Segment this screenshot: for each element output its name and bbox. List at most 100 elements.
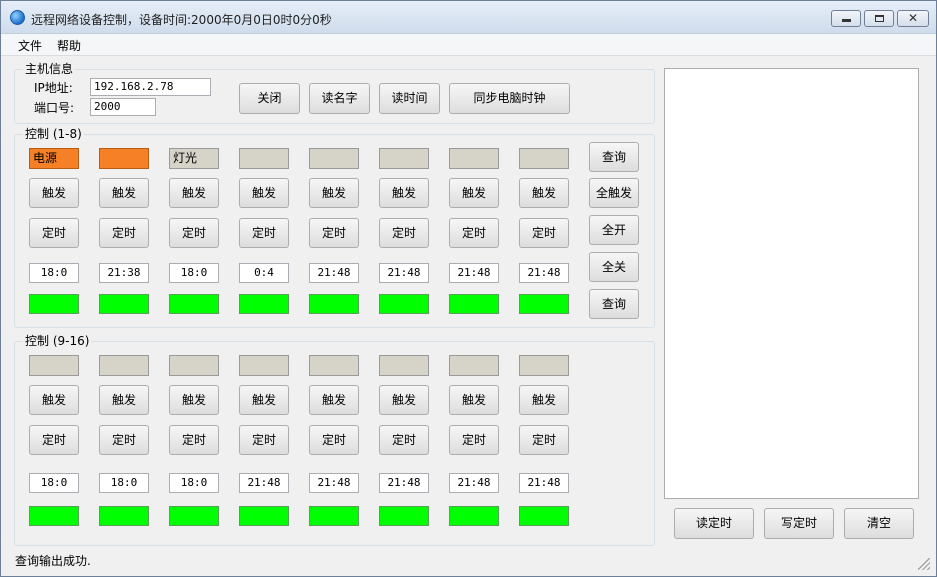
status-led-7 — [449, 294, 499, 314]
timer-button-4[interactable]: 定时 — [239, 218, 289, 248]
all-off-button[interactable]: 全关 — [589, 252, 639, 282]
relay-status-2[interactable] — [99, 148, 149, 169]
timer-button-14[interactable]: 定时 — [379, 425, 429, 455]
relay-status-6[interactable] — [379, 148, 429, 169]
time-input-4[interactable]: 0:4 — [239, 263, 289, 283]
relay-status-7[interactable] — [449, 148, 499, 169]
trigger-button-13[interactable]: 触发 — [309, 385, 359, 415]
log-output-textarea[interactable] — [664, 68, 919, 499]
time-input-13[interactable]: 21:48 — [309, 473, 359, 493]
timer-button-6[interactable]: 定时 — [379, 218, 429, 248]
relay-status-1[interactable]: 电源 — [29, 148, 79, 169]
timer-button-5[interactable]: 定时 — [309, 218, 359, 248]
menu-file[interactable]: 文件 — [18, 37, 42, 54]
group1-legend: 控制 (1-8) — [23, 127, 84, 141]
timer-button-3[interactable]: 定时 — [169, 218, 219, 248]
clear-log-button[interactable]: 清空 — [844, 508, 914, 539]
time-input-9[interactable]: 18:0 — [29, 473, 79, 493]
status-led-10 — [99, 506, 149, 526]
sync-clock-button[interactable]: 同步电脑时钟 — [449, 83, 570, 114]
trigger-button-8[interactable]: 触发 — [519, 178, 569, 208]
trigger-button-3[interactable]: 触发 — [169, 178, 219, 208]
query-button-bottom[interactable]: 查询 — [589, 289, 639, 319]
trigger-all-button[interactable]: 全触发 — [589, 178, 639, 208]
status-led-1 — [29, 294, 79, 314]
maximize-button[interactable] — [864, 10, 894, 27]
trigger-button-11[interactable]: 触发 — [169, 385, 219, 415]
relay-status-15[interactable] — [449, 355, 499, 376]
timer-button-15[interactable]: 定时 — [449, 425, 499, 455]
time-input-12[interactable]: 21:48 — [239, 473, 289, 493]
status-led-5 — [309, 294, 359, 314]
relay-status-8[interactable] — [519, 148, 569, 169]
title-bar[interactable]: 远程网络设备控制，设备时间:2000年0月0日0时0分0秒 ✕ — [1, 1, 936, 34]
all-on-button[interactable]: 全开 — [589, 215, 639, 245]
time-input-16[interactable]: 21:48 — [519, 473, 569, 493]
trigger-button-1[interactable]: 触发 — [29, 178, 79, 208]
window-title: 远程网络设备控制，设备时间:2000年0月0日0时0分0秒 — [31, 13, 332, 27]
time-input-14[interactable]: 21:48 — [379, 473, 429, 493]
timer-button-13[interactable]: 定时 — [309, 425, 359, 455]
trigger-button-16[interactable]: 触发 — [519, 385, 569, 415]
trigger-button-2[interactable]: 触发 — [99, 178, 149, 208]
relay-status-14[interactable] — [379, 355, 429, 376]
group2-legend: 控制 (9-16) — [23, 334, 92, 348]
relay-status-5[interactable] — [309, 148, 359, 169]
relay-status-4[interactable] — [239, 148, 289, 169]
read-timer-button[interactable]: 读定时 — [674, 508, 754, 539]
timer-button-9[interactable]: 定时 — [29, 425, 79, 455]
relay-status-9[interactable] — [29, 355, 79, 376]
timer-button-12[interactable]: 定时 — [239, 425, 289, 455]
status-led-8 — [519, 294, 569, 314]
trigger-button-5[interactable]: 触发 — [309, 178, 359, 208]
write-timer-button[interactable]: 写定时 — [764, 508, 834, 539]
relay-status-10[interactable] — [99, 355, 149, 376]
relay-status-16[interactable] — [519, 355, 569, 376]
time-input-1[interactable]: 18:0 — [29, 263, 79, 283]
timer-button-1[interactable]: 定时 — [29, 218, 79, 248]
close-window-button[interactable]: ✕ — [897, 10, 929, 27]
ip-input[interactable]: 192.168.2.78 — [90, 78, 211, 96]
read-name-button[interactable]: 读名字 — [309, 83, 370, 114]
time-input-7[interactable]: 21:48 — [449, 263, 499, 283]
trigger-button-9[interactable]: 触发 — [29, 385, 79, 415]
relay-status-11[interactable] — [169, 355, 219, 376]
time-input-5[interactable]: 21:48 — [309, 263, 359, 283]
timer-button-10[interactable]: 定时 — [99, 425, 149, 455]
status-bar-text: 查询输出成功. — [15, 554, 91, 568]
trigger-button-7[interactable]: 触发 — [449, 178, 499, 208]
port-label: 端口号: — [34, 101, 75, 115]
time-input-8[interactable]: 21:48 — [519, 263, 569, 283]
query-button-top[interactable]: 查询 — [589, 142, 639, 172]
relay-status-12[interactable] — [239, 355, 289, 376]
resize-grip-icon[interactable] — [918, 558, 930, 570]
read-time-button[interactable]: 读时间 — [379, 83, 440, 114]
time-input-6[interactable]: 21:48 — [379, 263, 429, 283]
trigger-button-10[interactable]: 触发 — [99, 385, 149, 415]
timer-button-2[interactable]: 定时 — [99, 218, 149, 248]
timer-button-7[interactable]: 定时 — [449, 218, 499, 248]
trigger-button-14[interactable]: 触发 — [379, 385, 429, 415]
trigger-button-6[interactable]: 触发 — [379, 178, 429, 208]
minimize-button[interactable] — [831, 10, 861, 27]
relay-status-13[interactable] — [309, 355, 359, 376]
ip-label: IP地址: — [34, 81, 73, 95]
trigger-button-4[interactable]: 触发 — [239, 178, 289, 208]
host-info-legend: 主机信息 — [23, 62, 76, 76]
time-input-10[interactable]: 18:0 — [99, 473, 149, 493]
trigger-button-15[interactable]: 触发 — [449, 385, 499, 415]
time-input-15[interactable]: 21:48 — [449, 473, 499, 493]
trigger-button-12[interactable]: 触发 — [239, 385, 289, 415]
app-window: 远程网络设备控制，设备时间:2000年0月0日0时0分0秒 ✕ 文件 帮助 主机… — [0, 0, 937, 577]
menu-help[interactable]: 帮助 — [57, 37, 81, 54]
timer-button-16[interactable]: 定时 — [519, 425, 569, 455]
time-input-11[interactable]: 18:0 — [169, 473, 219, 493]
port-input[interactable]: 2000 — [90, 98, 156, 116]
close-connection-button[interactable]: 关闭 — [239, 83, 300, 114]
time-input-2[interactable]: 21:38 — [99, 263, 149, 283]
timer-button-8[interactable]: 定时 — [519, 218, 569, 248]
relay-status-3[interactable]: 灯光 — [169, 148, 219, 169]
time-input-3[interactable]: 18:0 — [169, 263, 219, 283]
status-led-13 — [309, 506, 359, 526]
timer-button-11[interactable]: 定时 — [169, 425, 219, 455]
